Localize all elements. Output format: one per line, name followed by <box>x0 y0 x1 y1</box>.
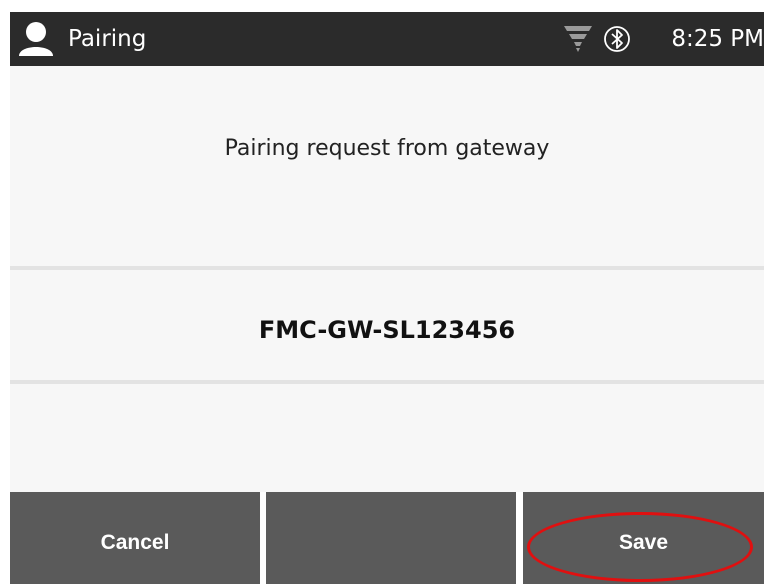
top-border <box>0 0 770 12</box>
right-border <box>764 0 770 584</box>
cancel-button[interactable]: Cancel <box>10 492 260 584</box>
pairing-message: Pairing request from gateway <box>224 136 550 161</box>
pairing-panel: Pairing request from gateway FMC-GW-SL12… <box>10 66 764 492</box>
user-icon <box>19 22 53 56</box>
left-border <box>0 0 10 584</box>
page-title: Pairing <box>68 26 147 52</box>
clock-time: 8:25 PM <box>671 26 764 52</box>
divider <box>10 266 764 270</box>
bluetooth-icon <box>604 26 630 52</box>
divider <box>10 380 764 384</box>
status-bar: Pairing 8:25 PM <box>10 12 764 66</box>
empty-button[interactable] <box>266 492 516 584</box>
gateway-id: FMC-GW-SL123456 <box>258 316 516 344</box>
wifi-icon <box>564 26 592 52</box>
button-bar: Cancel Save <box>10 492 764 584</box>
save-button[interactable]: Save <box>523 492 764 584</box>
